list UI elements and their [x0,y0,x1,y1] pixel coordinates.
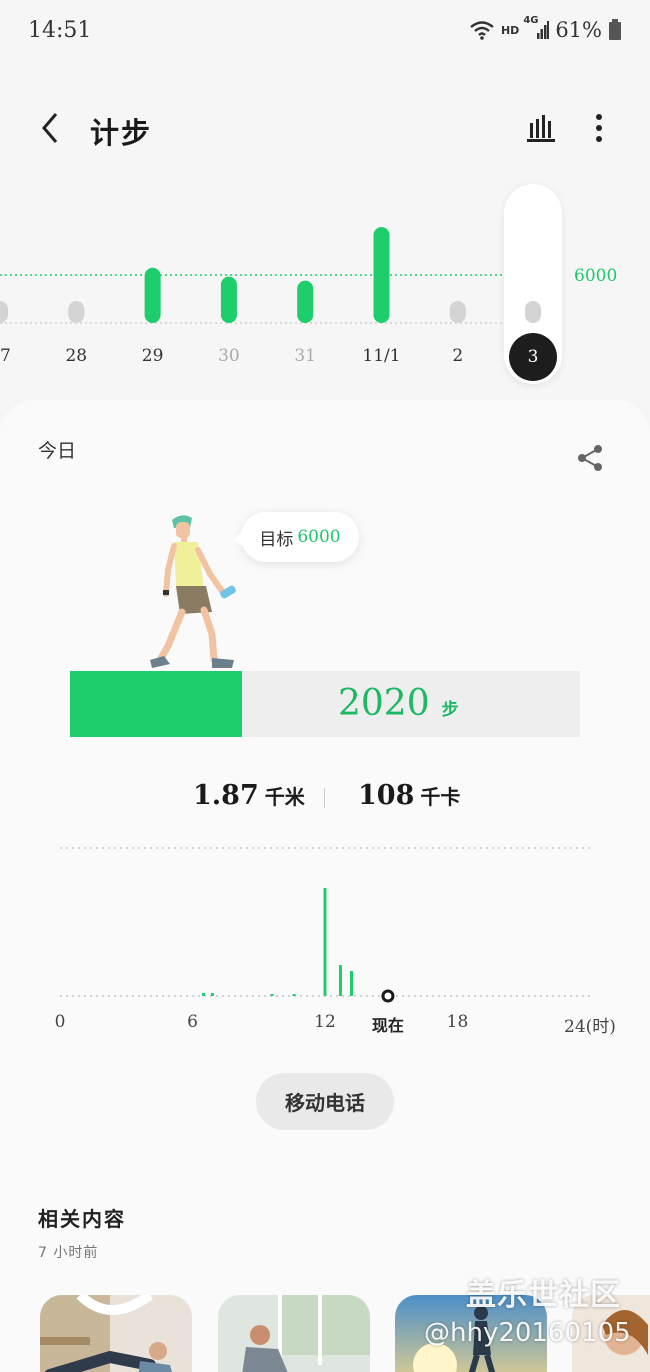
steps-count: 2020 步 [338,683,459,724]
hour-tick-label: 18 [446,1012,469,1032]
watermark-title: 盖乐世社区 [466,1278,621,1313]
day-label[interactable]: 28 [46,346,106,366]
hour-bar [338,965,342,996]
more-options-button[interactable] [580,108,618,148]
day-bar-empty [0,301,8,323]
hourly-chart-svg [60,847,590,1003]
goal-value: 6000 [297,527,341,547]
calories-value: 108 [358,780,415,811]
more-vertical-icon [596,114,602,142]
back-button[interactable] [30,106,70,150]
day-bar-empty [68,301,85,323]
hour-bar [202,993,206,996]
day-label[interactable]: 2 [428,346,488,366]
hour-bar [350,971,353,996]
status-bar: 14:51 HD 4G 61% [0,0,650,62]
hour-tick-label: 0 [54,1012,66,1032]
now-label: 现在 [371,1016,404,1035]
related-thumbnail-1[interactable] [40,1295,192,1372]
day-bar [220,276,237,323]
hour-tick-label: 24(时) [564,1017,616,1037]
day-label[interactable]: 31 [275,346,335,366]
battery-text: 61% [555,18,602,42]
page-title: 计步 [90,116,153,150]
calories-metric: 108 千卡 [358,780,460,811]
distance-value: 1.87 [193,780,259,811]
signal-icon: 4G [523,15,550,41]
device-source-button[interactable]: 移动电话 [256,1073,394,1130]
today-metrics: 1.87 千米 108 千卡 [0,780,650,820]
day-label[interactable]: 11/1 [352,346,412,366]
day-bar-empty [525,301,541,323]
steps-value: 2020 [338,683,430,724]
hour-bar [210,993,214,996]
steps-unit: 步 [441,700,459,720]
related-thumbnail-2[interactable] [218,1295,370,1372]
day-label[interactable]: 29 [123,346,183,366]
now-marker [381,989,395,1003]
bar-chart-icon [527,115,555,142]
today-card: 今日 目标 6000 2020 步 1.87 千米 108 千卡 0 6 12 … [0,400,650,1372]
goal-line-label: 6000 [574,266,618,286]
chevron-left-icon [42,113,58,143]
status-time: 14:51 [28,18,92,43]
day-bar [373,227,390,323]
goal-bubble: 目标 6000 [234,512,359,562]
watermark-handle: @hhy20160105 [424,1318,631,1348]
app-bar: 计步 [0,96,650,160]
steps-progress-bar: 2020 步 [70,671,580,737]
wifi-icon [469,20,495,40]
share-icon [578,445,602,471]
goal-label: 目标 [259,529,294,550]
status-icons: HD 4G 61% [469,15,622,42]
day-bar-empty [449,301,466,323]
distance-unit: 千米 [264,785,305,809]
related-content-title: 相关内容 [38,1207,126,1231]
related-content-time: 7 小时前 [38,1245,99,1261]
distance-metric: 1.87 千米 [193,780,305,811]
battery-icon [608,19,622,41]
day-label[interactable]: 30 [199,346,259,366]
hour-bar [270,994,274,996]
calories-unit: 千卡 [420,785,461,809]
hour-bar [292,994,296,996]
day-bar [144,267,161,323]
today-label: 今日 [38,440,77,462]
selected-day-badge[interactable]: 3 [509,333,557,381]
hd-label: HD [500,23,520,37]
hour-tick-label: 6 [187,1012,198,1032]
hourly-steps-chart: 0 6 12 现在 18 24(时) [0,840,650,1040]
day-bar [297,280,314,323]
trends-button[interactable] [520,108,562,148]
day-label[interactable]: 27 [0,346,30,366]
walking-person-illustration [146,510,246,670]
share-button[interactable] [572,440,608,476]
metric-divider [324,788,325,808]
weekly-steps-chart: 6000 27 28 29 30 31 11/1 2 3 [0,180,650,400]
steps-progress-fill [70,671,242,737]
hour-bar [323,888,327,996]
